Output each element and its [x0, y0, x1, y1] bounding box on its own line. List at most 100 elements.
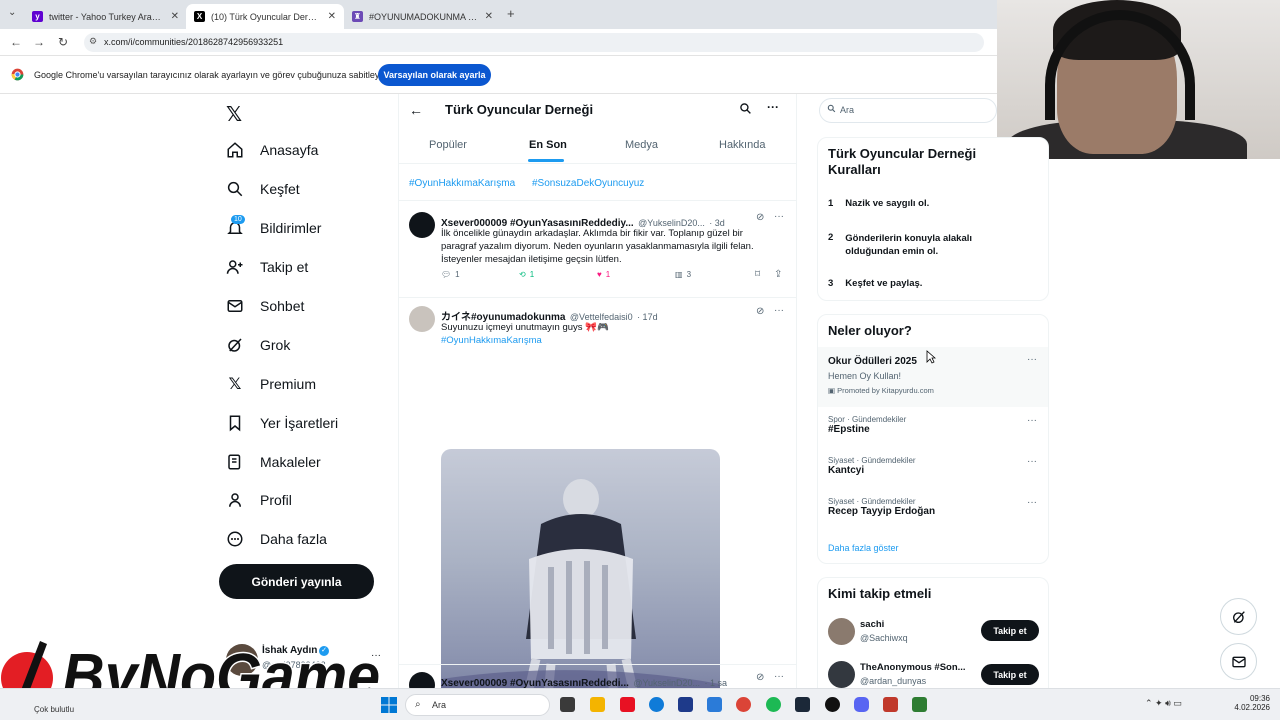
- weather-text[interactable]: Çok bulutlu: [34, 705, 74, 714]
- search-input[interactable]: Ara: [819, 98, 997, 123]
- more-icon[interactable]: ···: [774, 211, 784, 222]
- reload-icon[interactable]: ↻: [58, 35, 68, 49]
- reply-button[interactable]: 💬︎ 1: [441, 270, 460, 279]
- tab-latest[interactable]: En Son: [529, 139, 567, 151]
- more-icon[interactable]: ···: [774, 671, 784, 682]
- forward-arrow-icon[interactable]: →: [33, 35, 45, 49]
- bookmark-icon: [225, 413, 245, 433]
- browser-tab[interactable]: ♜ #OYUNUMADOKUNMA - Dijital ✕: [344, 4, 501, 29]
- hashtag-link[interactable]: #OyunHakkımaKarışma: [441, 335, 542, 346]
- mail-app-icon[interactable]: [707, 697, 722, 712]
- rule-item[interactable]: 3 Keşfet ve paylaş.: [828, 278, 922, 289]
- follow-user-name[interactable]: TheAnonymous #Son...: [860, 662, 975, 673]
- tweet-author[interactable]: Xsever000009 #OyunYasasınıReddedi...: [441, 678, 629, 688]
- grok-float-button[interactable]: [1220, 598, 1257, 635]
- set-default-button[interactable]: Varsayılan olarak ayarla: [378, 64, 491, 86]
- new-tab-plus-icon[interactable]: +: [507, 6, 515, 21]
- avatar[interactable]: [409, 672, 435, 688]
- folder-icon[interactable]: [590, 697, 605, 712]
- bookmark-icon[interactable]: ⌑: [755, 269, 760, 280]
- nav-item-premium[interactable]: 𝕏 Premium: [225, 374, 316, 394]
- spotify-icon[interactable]: [766, 697, 781, 712]
- grok-icon[interactable]: ⊘: [756, 672, 764, 683]
- views-button[interactable]: ▥ 3: [675, 270, 691, 279]
- rule-item[interactable]: 1 Nazik ve saygılı ol.: [828, 198, 929, 209]
- tweet[interactable]: Xsever000009 #OyunYasasınıReddedi... @Yu…: [399, 670, 796, 688]
- trend-item[interactable]: Spor · Gündemdekiler #Epstine: [828, 415, 1038, 435]
- nav-item-chat[interactable]: Sohbet: [225, 296, 304, 316]
- app-icon[interactable]: [912, 697, 927, 712]
- windows-start-icon[interactable]: [381, 697, 397, 713]
- discord-icon[interactable]: [854, 697, 869, 712]
- avatar[interactable]: [409, 212, 435, 238]
- nav-item-home[interactable]: Anasayfa: [225, 140, 318, 160]
- close-tab-icon[interactable]: ✕: [328, 11, 336, 22]
- follow-user-name[interactable]: sachi: [860, 619, 884, 630]
- nav-item-grok[interactable]: Grok: [225, 335, 290, 355]
- nav-item-notifications[interactable]: 10 Bildirimler: [225, 215, 322, 238]
- office-icon[interactable]: [620, 697, 635, 712]
- tweet[interactable]: Xsever000009 #OyunYasasınıReddediy... @Y…: [399, 206, 796, 296]
- nav-item-bookmarks[interactable]: Yer İşaretleri: [225, 413, 338, 433]
- hashtag-link[interactable]: #OyunHakkımaKarışma: [409, 178, 515, 189]
- nav-item-follow[interactable]: Takip et: [225, 257, 308, 277]
- trend-item[interactable]: Siyaset · Gündemdekiler Kantcyi: [828, 456, 1038, 476]
- app-icon[interactable]: [825, 697, 840, 712]
- close-tab-icon[interactable]: ✕: [485, 11, 493, 22]
- tab-about[interactable]: Hakkında: [719, 139, 765, 151]
- back-arrow-icon[interactable]: ←: [10, 35, 22, 49]
- url-input[interactable]: ⚙ x.com/i/communities/201862874295693325…: [84, 33, 984, 52]
- search-icon[interactable]: [739, 102, 752, 120]
- close-tab-icon[interactable]: ✕: [171, 11, 179, 22]
- clock[interactable]: 09:36 4.02.2026: [1232, 694, 1270, 712]
- browser-tab-active[interactable]: X (10) Türk Oyuncular Derneği / X ✕: [186, 4, 344, 29]
- messages-float-button[interactable]: [1220, 643, 1257, 680]
- nav-item-articles[interactable]: Makaleler: [225, 452, 321, 472]
- more-icon[interactable]: ···: [1027, 497, 1037, 508]
- post-button[interactable]: Gönderi yayınla: [219, 564, 374, 599]
- tweet-line: İlk öncelikle günaydın arkadaşlar. Aklım…: [441, 228, 743, 239]
- tab-popular[interactable]: Popüler: [429, 139, 467, 151]
- avatar[interactable]: [409, 306, 435, 332]
- more-icon[interactable]: ···: [1027, 456, 1037, 467]
- system-tray-icons[interactable]: ⌃ ✦ 🔊︎ ▭: [1145, 698, 1182, 709]
- more-icon[interactable]: ···: [767, 100, 779, 114]
- steam-icon[interactable]: [795, 697, 810, 712]
- show-more-link[interactable]: Daha fazla göster: [828, 543, 899, 553]
- chrome-icon[interactable]: [736, 697, 751, 712]
- nav-item-more[interactable]: Daha fazla: [225, 529, 327, 549]
- follow-button[interactable]: Takip et: [981, 664, 1039, 685]
- avatar[interactable]: [828, 618, 855, 645]
- app-icon[interactable]: [560, 697, 575, 712]
- tab-media[interactable]: Medya: [625, 139, 658, 151]
- edge-icon[interactable]: [649, 697, 664, 712]
- like-button[interactable]: ♥ 1: [597, 270, 610, 279]
- tweet-image[interactable]: [441, 449, 720, 688]
- taskbar-search[interactable]: ⌕ Ara: [405, 694, 550, 716]
- community-title: Türk Oyuncular Derneği: [445, 102, 594, 117]
- tweet-time: · 1 sa: [704, 678, 727, 688]
- calculator-icon[interactable]: [678, 697, 693, 712]
- more-icon[interactable]: ···: [1027, 354, 1037, 365]
- grok-icon[interactable]: ⊘: [756, 212, 764, 223]
- site-info-icon[interactable]: ⚙: [89, 36, 97, 47]
- avatar[interactable]: [828, 661, 855, 688]
- repost-button[interactable]: ⟲ 1: [519, 270, 534, 279]
- hashtag-link[interactable]: #SonsuzaDekOyuncuyuz: [532, 178, 644, 189]
- more-icon[interactable]: ···: [774, 305, 784, 316]
- nav-label: Bildirimler: [260, 220, 322, 236]
- nav-item-explore[interactable]: Keşfet: [225, 179, 300, 199]
- x-logo-icon[interactable]: 𝕏: [226, 102, 242, 127]
- more-icon[interactable]: ···: [1027, 415, 1037, 426]
- tab-list-chevron-icon[interactable]: ⌄: [8, 7, 16, 18]
- grok-icon[interactable]: ⊘: [756, 306, 764, 317]
- nav-item-profile[interactable]: Profil: [225, 490, 292, 510]
- back-arrow-icon[interactable]: ←: [409, 102, 423, 118]
- follow-button[interactable]: Takip et: [981, 620, 1039, 641]
- rule-item[interactable]: 2 Gönderilerin konuyla alakalı olduğundan …: [828, 232, 972, 258]
- trend-item[interactable]: Siyaset · Gündemdekiler Recep Tayyip Erd…: [828, 497, 1038, 517]
- app-icon[interactable]: [883, 697, 898, 712]
- share-icon[interactable]: ⇪: [774, 269, 782, 280]
- tweet[interactable]: カイネ#oyunumadokunma @Vettelfedaisi0 · 17d…: [399, 302, 796, 688]
- browser-tab[interactable]: y twitter - Yahoo Turkey Arama So ✕: [24, 4, 187, 29]
